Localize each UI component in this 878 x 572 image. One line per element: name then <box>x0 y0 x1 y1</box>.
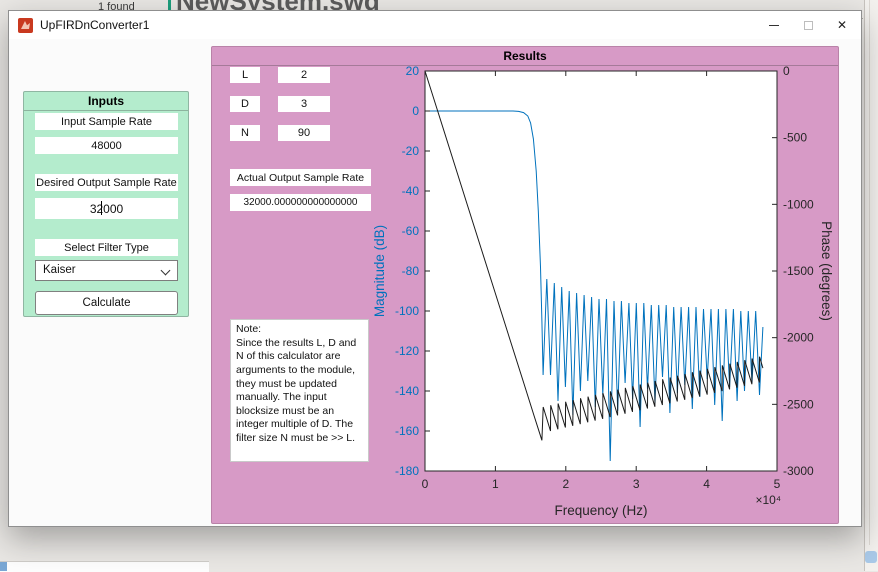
result-N-label: N <box>230 125 260 141</box>
chevron-down-icon <box>161 266 171 276</box>
matlab-app-icon <box>18 18 33 33</box>
results-panel: Results L 2 D 3 N 90 Actual Output Sampl… <box>211 46 839 524</box>
background-right-blue-corner <box>865 551 877 563</box>
actual-output-rate-value: 32000.000000000000000 <box>230 194 371 211</box>
svg-text:-140: -140 <box>395 384 419 398</box>
background-right-panel-divider <box>869 0 870 545</box>
input-sample-rate-field[interactable]: 48000 <box>35 137 178 154</box>
maximize-icon <box>804 21 813 30</box>
svg-text:-2500: -2500 <box>783 397 814 411</box>
svg-text:1: 1 <box>492 477 499 491</box>
window-controls: ✕ <box>757 11 859 39</box>
minimize-icon <box>769 25 779 26</box>
result-D-label: D <box>230 96 260 112</box>
inputs-panel: Inputs Input Sample Rate 48000 Desired O… <box>23 91 189 317</box>
filter-type-dropdown[interactable]: Kaiser <box>35 260 178 281</box>
svg-text:20: 20 <box>406 64 420 78</box>
minimize-button[interactable] <box>757 11 791 39</box>
actual-output-rate-label: Actual Output Sample Rate <box>230 169 371 186</box>
result-L-value: 2 <box>278 67 330 83</box>
desired-output-rate-field[interactable]: 32000 <box>35 198 178 219</box>
maximize-button[interactable] <box>791 11 825 39</box>
svg-text:-1000: -1000 <box>783 197 814 211</box>
input-sample-rate-label: Input Sample Rate <box>35 113 178 130</box>
close-button[interactable]: ✕ <box>825 11 859 39</box>
titlebar[interactable]: UpFIRDnConverter1 ✕ <box>9 11 861 39</box>
svg-text:0: 0 <box>422 477 429 491</box>
svg-text:-120: -120 <box>395 344 419 358</box>
result-N-value: 90 <box>278 125 330 141</box>
app-window: UpFIRDnConverter1 ✕ Inputs Input Sample … <box>8 10 862 527</box>
svg-text:-40: -40 <box>402 184 420 198</box>
desired-output-rate-label: Desired Output Sample Rate <box>35 174 178 191</box>
svg-text:-3000: -3000 <box>783 464 814 478</box>
filter-type-selected-value: Kaiser <box>43 264 76 276</box>
inputs-panel-title: Inputs <box>24 92 188 111</box>
result-D-value: 3 <box>278 96 330 112</box>
desired-output-rate-value: 32000 <box>90 202 123 216</box>
svg-text:Frequency (Hz): Frequency (Hz) <box>554 503 647 518</box>
svg-text:×10⁴: ×10⁴ <box>755 493 781 507</box>
background-bottom-blue-corner <box>0 562 7 571</box>
svg-text:3: 3 <box>633 477 640 491</box>
background-right-panel-strip <box>864 0 878 571</box>
svg-text:-500: -500 <box>783 131 807 145</box>
result-L-label: L <box>230 67 260 83</box>
calculate-button[interactable]: Calculate <box>35 291 178 315</box>
note-text: Note: Since the results L, D and N of th… <box>230 319 369 462</box>
text-caret <box>101 201 102 215</box>
svg-text:-80: -80 <box>402 264 420 278</box>
svg-text:-20: -20 <box>402 144 420 158</box>
svg-text:-180: -180 <box>395 464 419 478</box>
svg-text:-60: -60 <box>402 224 420 238</box>
svg-text:-100: -100 <box>395 304 419 318</box>
svg-text:0: 0 <box>783 64 790 78</box>
window-client-area: Inputs Input Sample Rate 48000 Desired O… <box>9 39 861 526</box>
svg-text:-2000: -2000 <box>783 331 814 345</box>
background-bottom-strip <box>0 561 209 572</box>
svg-text:Magnitude (dB): Magnitude (dB) <box>372 225 387 317</box>
svg-text:0: 0 <box>412 104 419 118</box>
window-title: UpFIRDnConverter1 <box>40 18 149 32</box>
svg-text:4: 4 <box>703 477 710 491</box>
svg-text:2: 2 <box>562 477 569 491</box>
results-plot: 0 1 2 3 4 5 20 0 -20 -40 -60 -80 -100 -120 -140 -160 -18… <box>370 61 836 519</box>
svg-text:5: 5 <box>774 477 781 491</box>
svg-text:Phase (degrees): Phase (degrees) <box>819 221 834 321</box>
svg-text:-160: -160 <box>395 424 419 438</box>
svg-text:-1500: -1500 <box>783 264 814 278</box>
filter-type-label: Select Filter Type <box>35 239 178 256</box>
